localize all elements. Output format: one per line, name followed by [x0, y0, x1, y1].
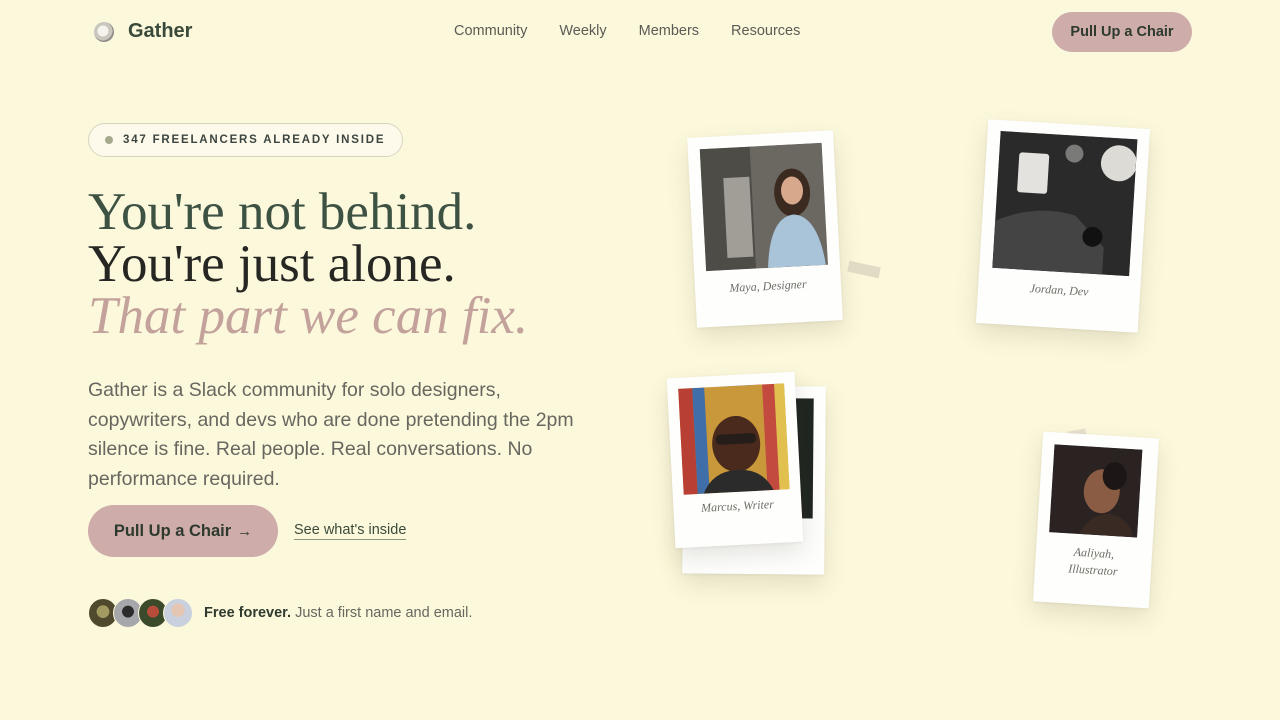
member-caption: Jordan, Dev	[1029, 281, 1089, 299]
hero-cta-button[interactable]: Pull Up a Chair →	[88, 505, 278, 557]
avatar	[163, 598, 193, 628]
hero-headline: You're not behind. You're just alone. Th…	[88, 183, 529, 345]
nav-links: Community Weekly Members Resources	[454, 23, 800, 39]
see-inside-link[interactable]: See what's inside	[294, 522, 407, 540]
headline-line-1: You're not behind.	[88, 183, 477, 241]
member-caption: Aaliyah, Illustrator	[1067, 544, 1119, 579]
member-count-text: 347 FREELANCERS ALREADY INSIDE	[123, 134, 386, 146]
signup-note: Free forever. Just a first name and emai…	[204, 605, 472, 621]
person-photo-icon	[1049, 444, 1143, 538]
member-photo	[1049, 444, 1143, 538]
headline-line-3: That part we can fix.	[88, 287, 529, 345]
member-photo	[699, 142, 828, 272]
member-caption: Maya, Designer	[728, 276, 807, 295]
person-photo-icon	[678, 383, 790, 495]
nav-link-resources[interactable]: Resources	[731, 23, 800, 39]
nav-logo[interactable]: Gather	[94, 20, 192, 43]
arrow-right-icon: →	[237, 522, 253, 540]
nav-link-community[interactable]: Community	[454, 23, 527, 39]
member-photo	[678, 383, 790, 495]
headline-line-2: You're just alone.	[88, 235, 456, 293]
nav-link-members[interactable]: Members	[639, 23, 699, 39]
tape-strip	[847, 260, 881, 279]
member-photo	[992, 131, 1138, 277]
person-photo-icon	[699, 142, 828, 272]
member-count-pill: 347 FREELANCERS ALREADY INSIDE	[88, 123, 404, 157]
member-avatar-stack	[88, 598, 193, 628]
status-dot-icon	[105, 136, 113, 144]
polaroid-marcus: Marcus, Writer	[666, 371, 804, 549]
desk-photo-icon	[992, 131, 1138, 277]
polaroid-jordan: Jordan, Dev	[975, 119, 1151, 333]
signup-note-bold: Free forever.	[204, 605, 292, 621]
hero-cta-label: Pull Up a Chair	[113, 521, 232, 540]
brand-name: Gather	[128, 20, 193, 42]
signup-note-text: Just a first name and email.	[295, 605, 473, 621]
polaroid-aaliyah: Aaliyah, Illustrator	[1032, 431, 1160, 609]
polaroid-maya: Maya, Designer	[687, 130, 843, 328]
nav-link-weekly[interactable]: Weekly	[559, 23, 606, 39]
nav-cta-button[interactable]: Pull Up a Chair	[1052, 12, 1192, 52]
logo-icon	[94, 21, 114, 42]
hero-description: Gather is a Slack community for solo des…	[88, 379, 574, 490]
member-caption: Marcus, Writer	[700, 497, 775, 515]
